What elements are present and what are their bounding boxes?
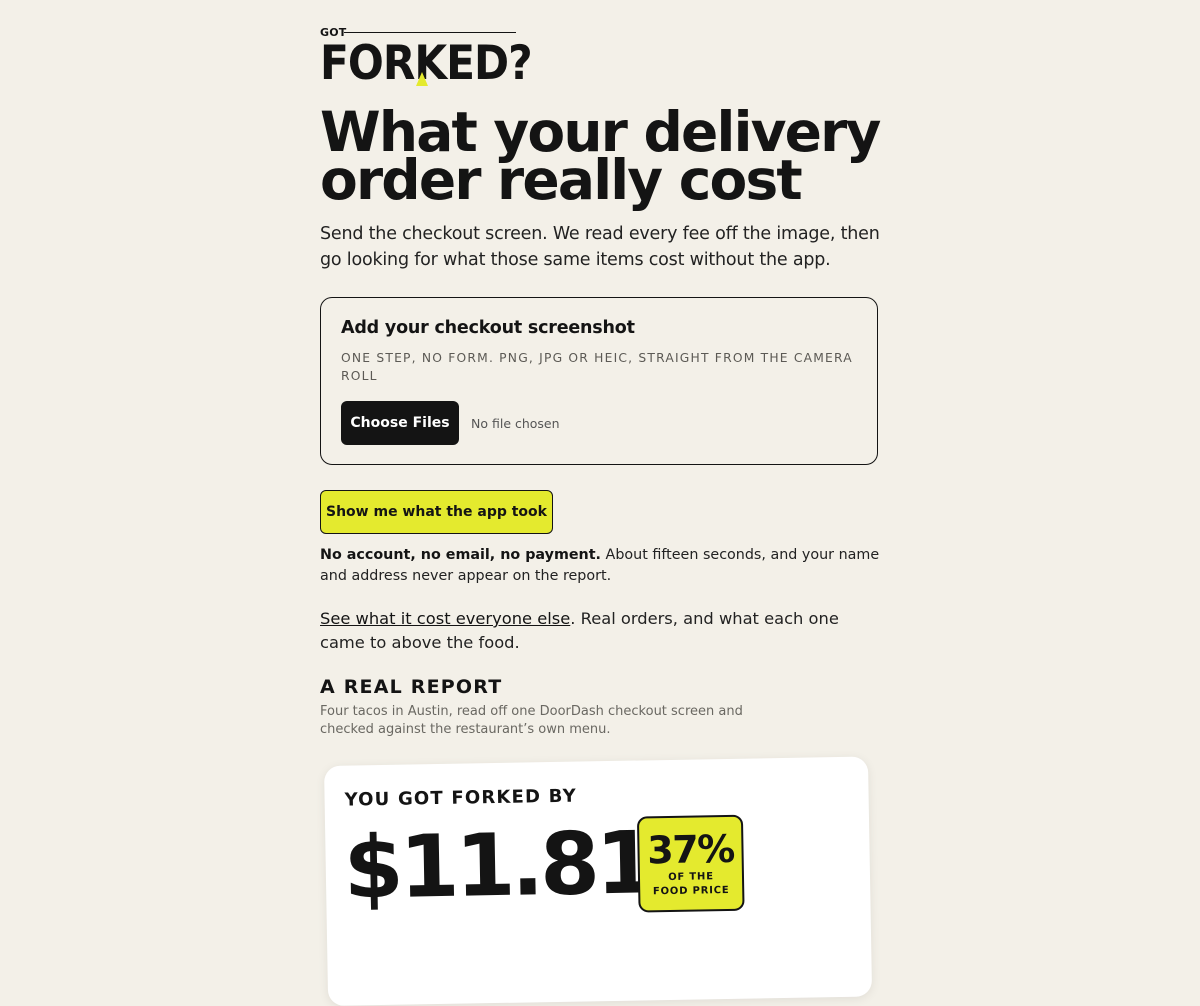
- fork-accent-icon: [416, 72, 428, 86]
- brand-logo[interactable]: GOT FORKED?: [320, 26, 533, 88]
- forked-amount: $11.81: [342, 813, 653, 919]
- privacy-note: No account, no email, no payment. About …: [320, 545, 880, 587]
- report-card: YOU GOT FORKED BY $11.81 37% OF THE FOOD…: [324, 756, 873, 1006]
- percent-label-line1: OF THE: [668, 871, 714, 884]
- real-report-heading: A REAL REPORT: [320, 676, 503, 698]
- page-title: What your delivery order really cost: [320, 100, 881, 212]
- percent-value: 37%: [646, 826, 735, 873]
- percent-label-line2: FOOD PRICE: [652, 884, 730, 898]
- real-report-description: Four tacos in Austin, read off one DoorD…: [320, 704, 743, 737]
- show-results-button[interactable]: Show me what the app took: [320, 490, 553, 534]
- forked-by-label: YOU GOT FORKED BY: [344, 785, 578, 811]
- see-others-link[interactable]: See what it cost everyone else: [320, 609, 570, 628]
- page-subtitle: Send the checkout screen. We read every …: [320, 224, 880, 270]
- choose-files-button[interactable]: Choose Files: [341, 401, 459, 445]
- privacy-note-bold: No account, no email, no payment.: [320, 547, 601, 563]
- logo-rule: [344, 32, 516, 33]
- percent-badge: 37% OF THE FOOD PRICE: [636, 814, 745, 913]
- upload-hint: One step, no form. PNG, JPG or HEIC, str…: [341, 351, 853, 383]
- others-note: See what it cost everyone else. Real ord…: [320, 607, 880, 655]
- upload-title: Add your checkout screenshot: [341, 318, 635, 338]
- upload-card: Add your checkout screenshot One step, n…: [320, 297, 878, 465]
- file-status: No file chosen: [471, 416, 560, 431]
